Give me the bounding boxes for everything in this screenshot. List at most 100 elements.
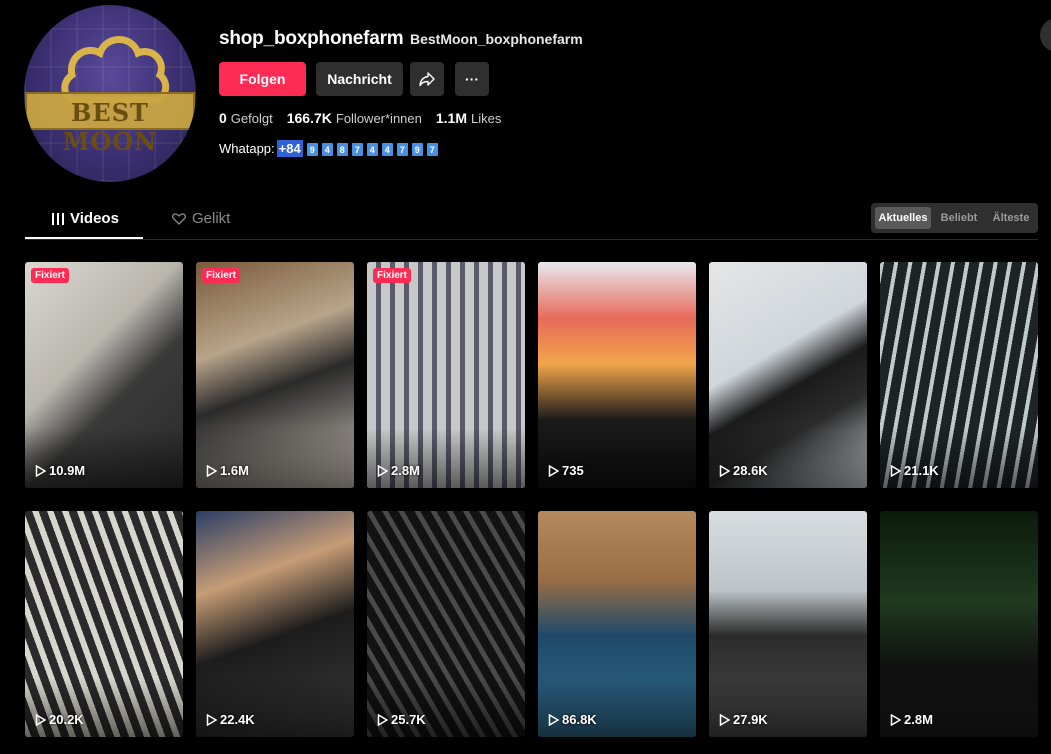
thumbnail-shade [367,677,525,737]
view-count-value: 25.7K [391,712,426,727]
bio-phone-digit: 7 [351,143,363,157]
view-count: 735 [548,463,584,478]
bio-phone-digit: 9 [306,143,318,157]
view-count-value: 20.2K [49,712,84,727]
view-count: 10.9M [35,463,85,478]
view-count-value: 2.8M [391,463,420,478]
pinned-badge: Fixiert [202,268,241,283]
view-count-value: 735 [562,463,584,478]
view-count-value: 86.8K [562,712,597,727]
view-count-value: 21.1K [904,463,939,478]
sort-latest[interactable]: Aktuelles [875,207,931,229]
view-count-value: 10.9M [49,463,86,478]
tab-liked[interactable]: Gelikt [172,210,230,227]
thumbnail-shade [709,677,867,737]
tab-liked-label: Gelikt [192,210,231,227]
play-icon [206,713,217,726]
play-icon [35,713,46,726]
play-icon [890,713,901,726]
bio-phone-digit: 4 [381,143,393,157]
thumbnail-shade [196,677,354,737]
bio-phone-digit: 7 [396,143,408,157]
play-icon [377,713,388,726]
thumbnail-shade [709,428,867,488]
thumbnail-shade [538,428,696,488]
play-icon [890,464,901,477]
view-count: 28.6K [719,463,768,478]
following-label: Gefolgt [230,111,273,126]
play-icon [206,464,217,477]
pinned-badge: Fixiert [31,268,70,283]
video-card[interactable]: 25.7K [367,511,525,737]
view-count: 20.2K [35,712,84,727]
profile-bio: Whatapp: +84 948744797 [219,140,438,157]
view-count-value: 28.6K [733,463,768,478]
thumbnail-shade [25,428,183,488]
video-card[interactable]: 2.8M [880,511,1038,737]
likes-count: 1.1M [435,110,467,126]
bio-phone-digit: 4 [321,143,333,157]
grid-icon [52,212,64,225]
thumbnail-shade [880,428,1038,488]
view-count: 25.7K [377,712,426,727]
profile-username: shop_boxphonefarm [219,28,404,49]
video-card[interactable]: 20.2K [25,511,183,737]
thumbnail-shade [880,677,1038,737]
view-count-value: 1.6M [220,463,249,478]
view-count-value: 22.4K [220,712,255,727]
more-icon: ··· [465,71,479,87]
profile-avatar[interactable]: BEST MOON [24,5,196,182]
video-card[interactable]: 86.8K [538,511,696,737]
followers-label: Follower*innen [335,111,422,126]
view-count-value: 27.9K [733,712,768,727]
pinned-badge: Fixiert [373,268,412,283]
sort-popular[interactable]: Beliebt [935,207,983,229]
video-card[interactable]: 27.9K [709,511,867,737]
bio-phone-digit: 4 [366,143,378,157]
video-card[interactable]: 22.4K [196,511,354,737]
followers-count: 166.7K [286,110,332,126]
video-card[interactable]: 735 [538,262,696,488]
tab-videos[interactable]: Videos [52,210,119,227]
share-icon [419,72,435,87]
following-count: 0 [219,110,227,126]
bio-label: Whatapp: [219,141,275,156]
view-count: 27.9K [719,712,768,727]
play-icon [548,464,559,477]
follow-button[interactable]: Folgen [219,62,306,96]
view-count: 86.8K [548,712,597,727]
following-stat[interactable]: 0 Gefolgt [219,110,273,126]
bio-phone-digit: 7 [426,143,438,157]
video-card[interactable]: Fixiert 2.8M [367,262,525,488]
view-count: 2.8M [377,463,420,478]
play-icon [377,464,388,477]
followers-stat[interactable]: 166.7K Follower*innen [287,110,422,126]
thumbnail-shade [538,677,696,737]
bio-phone-prefix: +84 [276,140,303,157]
side-control[interactable] [1040,18,1051,52]
bio-phone-digit: 8 [336,143,348,157]
play-icon [719,464,730,477]
bio-phone-digit: 9 [411,143,423,157]
profile-stats: 0 Gefolgt 166.7K Follower*innen 1.1M Likes [219,110,501,126]
sort-oldest[interactable]: Älteste [987,207,1035,229]
thumbnail-shade [25,677,183,737]
thumbnail-shade [367,428,525,488]
more-options-button[interactable]: ··· [455,62,489,96]
video-card[interactable]: 28.6K [709,262,867,488]
view-count-value: 2.8M [904,712,933,727]
sort-toggle: Aktuelles Beliebt Älteste [871,203,1038,233]
message-button[interactable]: Nachricht [316,62,403,96]
video-card[interactable]: 21.1K [880,262,1038,488]
view-count: 21.1K [890,463,939,478]
thumbnail-shade [196,428,354,488]
video-card[interactable]: Fixiert 10.9M [25,262,183,488]
play-icon [548,713,559,726]
likes-label: Likes [471,111,502,126]
view-count: 22.4K [206,712,255,727]
play-icon [35,464,46,477]
bio-phone-digits: 948744797 [303,141,438,157]
share-button[interactable] [410,62,444,96]
video-card[interactable]: Fixiert 1.6M [196,262,354,488]
view-count: 1.6M [206,463,249,478]
